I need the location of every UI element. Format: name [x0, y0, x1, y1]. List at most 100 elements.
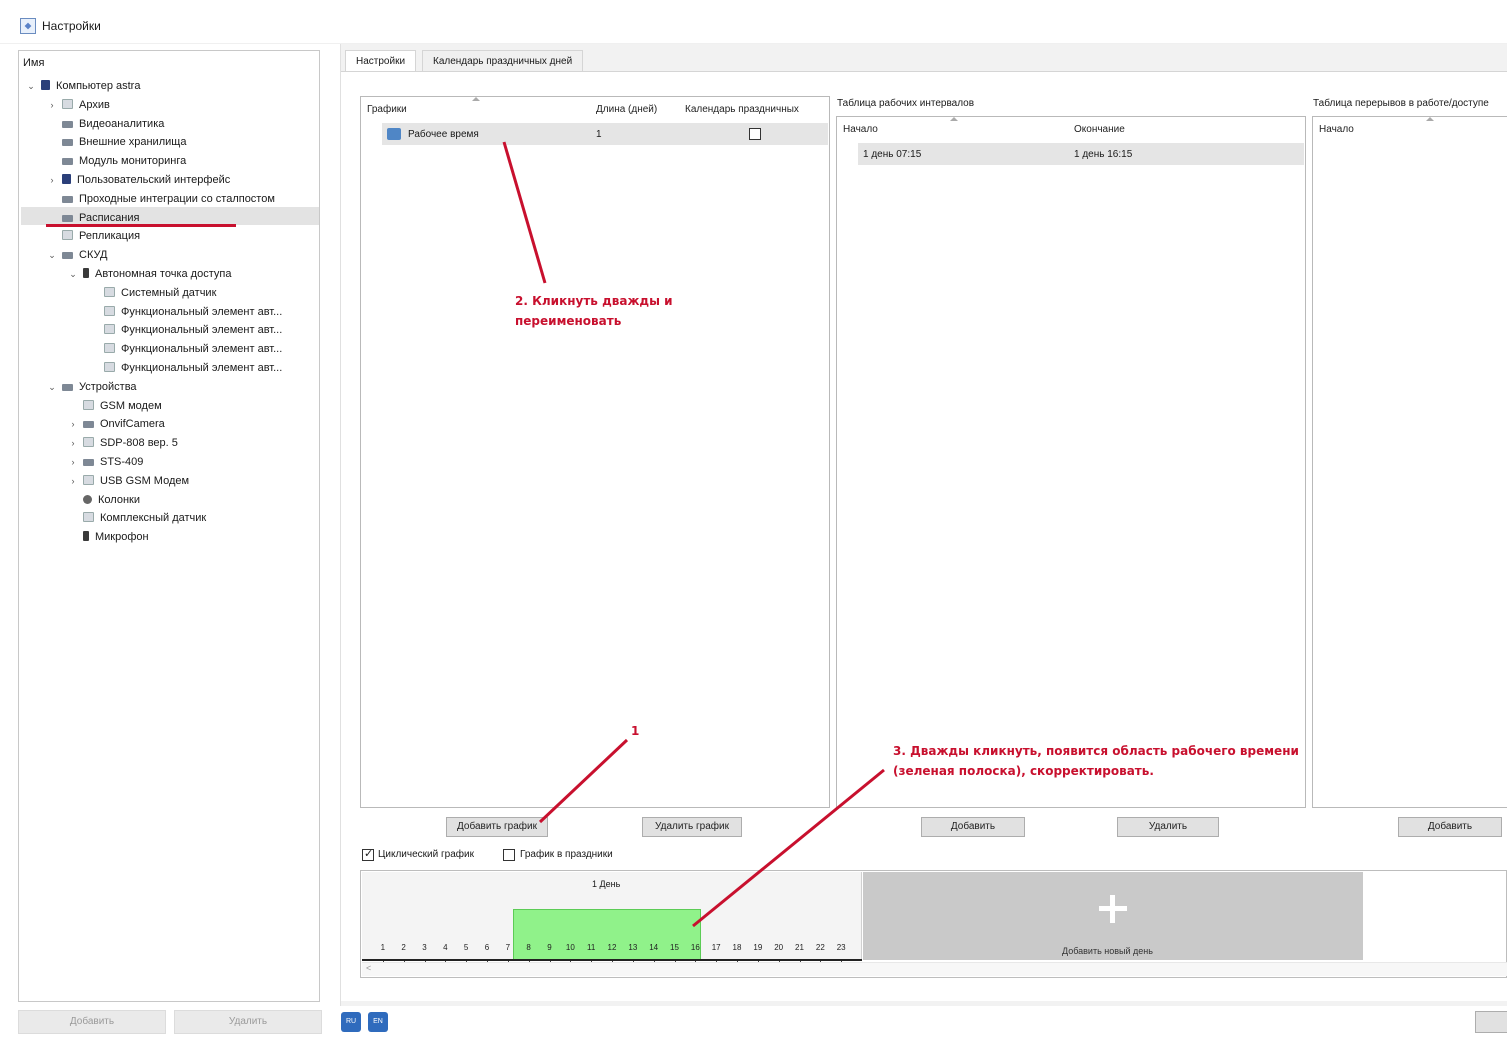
chevron-right-icon[interactable]: ›: [46, 96, 58, 114]
tree-item[interactable]: › OnvifCamera: [67, 415, 165, 433]
plus-icon[interactable]: [1097, 893, 1129, 925]
column-header-schedules[interactable]: Графики: [367, 104, 407, 115]
tree-item[interactable]: Проходные интеграции со сталпостом: [46, 190, 275, 208]
sort-arrow-icon: [1426, 117, 1434, 121]
hour-label: 7: [505, 943, 511, 952]
annotation-step2-line1: 2. Кликнуть дважды и: [515, 294, 673, 308]
column-header-holiday-calendar[interactable]: Календарь праздничных: [685, 104, 829, 115]
annotation-step1: 1: [631, 724, 640, 738]
tree-item[interactable]: Функциональный элемент авт...: [88, 321, 282, 339]
tree-item[interactable]: Функциональный элемент авт...: [88, 359, 282, 377]
folder-icon: [62, 195, 73, 203]
tree-item[interactable]: › STS-409: [67, 453, 144, 471]
tree-column-header[interactable]: Имя: [23, 57, 44, 69]
schedules-table: [360, 96, 830, 808]
tree-item[interactable]: ⌄ Компьютер astra: [25, 77, 140, 95]
hour-label: 11: [587, 943, 596, 952]
column-header-length[interactable]: Длина (дней): [596, 104, 657, 115]
tree-item[interactable]: › Пользовательский интерфейс: [46, 171, 230, 189]
work-time-area[interactable]: [513, 909, 701, 960]
delete-schedule-button[interactable]: Удалить график: [642, 817, 742, 837]
language-ru-icon[interactable]: RU: [341, 1012, 361, 1032]
chevron-down-icon[interactable]: ⌄: [67, 265, 79, 283]
annotation-step3-line1: 3. Дважды кликнуть, появится область раб…: [893, 744, 1299, 758]
tree-item[interactable]: GSM модем: [67, 397, 162, 415]
timeline-scrollbar[interactable]: [362, 962, 1507, 976]
tree-item[interactable]: Микрофон: [67, 528, 149, 546]
chevron-right-icon[interactable]: ›: [67, 434, 79, 452]
tree-item-label: Пользовательский интерфейс: [77, 174, 231, 186]
column-header-end[interactable]: Окончание: [1074, 124, 1125, 135]
settings-app-icon: [20, 18, 36, 34]
tree-item-label: Архив: [79, 98, 110, 111]
tree-item[interactable]: Функциональный элемент авт...: [88, 340, 282, 358]
hour-label: 3: [422, 943, 427, 952]
scroll-left-icon[interactable]: <: [366, 963, 371, 973]
hour-label: 5: [463, 943, 469, 952]
tree-item[interactable]: › SDP-808 вер. 5: [67, 434, 178, 452]
tree-item-label: Автономная точка доступа: [95, 268, 232, 280]
tree-item[interactable]: Функциональный элемент авт...: [88, 303, 282, 321]
hour-label: 8: [526, 943, 531, 952]
sensor-icon: [83, 512, 94, 523]
chevron-down-icon[interactable]: ⌄: [25, 77, 37, 95]
tree-item-label: USB GSM Модем: [100, 474, 190, 487]
cyclic-schedule-checkbox[interactable]: [362, 847, 374, 861]
holiday-calendar-checkbox[interactable]: [749, 128, 761, 140]
tree-item[interactable]: ⌄ Устройства: [46, 378, 136, 396]
tree-item[interactable]: Комплексный датчик: [67, 509, 206, 527]
device-icon: [83, 474, 94, 485]
tree-add-button[interactable]: Добавить: [18, 1010, 166, 1034]
tree-item[interactable]: › USB GSM Модем: [67, 472, 189, 490]
add-day-label: Добавить новый день: [1062, 946, 1153, 956]
holiday-schedule-checkbox[interactable]: [503, 849, 515, 861]
tree-item[interactable]: ⌄ СКУД: [46, 246, 107, 264]
tree-item[interactable]: ⌄ Автономная точка доступа: [67, 265, 231, 283]
tree-item[interactable]: Модуль мониторинга: [46, 152, 186, 170]
folder-icon: [83, 421, 94, 429]
tree-item-label: Внешние хранилища: [79, 136, 187, 149]
chevron-down-icon[interactable]: ⌄: [46, 378, 58, 396]
tree-item[interactable]: Видеоаналитика: [46, 115, 164, 133]
hour-label: 12: [607, 943, 617, 952]
hour-label: 14: [649, 943, 659, 952]
tree-item-label: Функциональный элемент авт...: [121, 305, 283, 318]
add-schedule-button[interactable]: Добавить график: [446, 817, 548, 837]
tree-delete-button[interactable]: Удалить: [174, 1010, 322, 1034]
add-interval-button[interactable]: Добавить: [921, 817, 1025, 837]
column-header-start[interactable]: Начало: [843, 124, 878, 135]
hour-label: 15: [670, 943, 679, 952]
tree-item-label: Функциональный элемент авт...: [121, 362, 283, 374]
column-header-break-start[interactable]: Начало: [1319, 124, 1354, 135]
hour-label: 21: [795, 943, 804, 952]
tab-holiday-calendar[interactable]: Календарь праздничных дней: [422, 50, 584, 72]
chevron-down-icon[interactable]: ⌄: [46, 246, 58, 264]
intervals-title: Таблица рабочих интервалов: [837, 98, 975, 109]
chevron-right-icon[interactable]: ›: [67, 415, 79, 433]
element-icon: [104, 343, 115, 354]
delete-interval-button[interactable]: Удалить: [1117, 817, 1219, 837]
hour-label: 22: [815, 943, 825, 952]
ok-button[interactable]: [1475, 1011, 1507, 1033]
chevron-right-icon[interactable]: ›: [46, 171, 58, 189]
tree-item[interactable]: Колонки: [67, 491, 140, 509]
tree-item[interactable]: Внешние хранилища: [46, 133, 186, 151]
folder-icon: [62, 120, 73, 128]
hour-label: 16: [690, 943, 700, 952]
archive-icon: [62, 98, 73, 109]
tree-item[interactable]: › Архив: [46, 96, 110, 114]
folder-icon: [62, 158, 73, 166]
chevron-right-icon[interactable]: ›: [67, 453, 79, 471]
hour-label: 19: [753, 943, 763, 952]
add-break-button[interactable]: Добавить: [1398, 817, 1502, 837]
language-switch-icon[interactable]: EN: [368, 1012, 388, 1032]
tree-item[interactable]: Репликация: [46, 227, 140, 245]
tree-item-label: Колонки: [98, 493, 140, 506]
chevron-right-icon[interactable]: ›: [67, 472, 79, 490]
tab-settings[interactable]: Настройки: [345, 50, 417, 72]
interval-start: 1 день 07:15: [863, 149, 922, 160]
tree-item[interactable]: Системный датчик: [88, 284, 216, 302]
tree-item-label: SDP-808 вер. 5: [100, 437, 178, 450]
tree-panel: Имя ⌄ Компьютер astra › Архив Видеоаналитика…: [18, 50, 320, 1002]
title-bar: [0, 0, 1507, 44]
